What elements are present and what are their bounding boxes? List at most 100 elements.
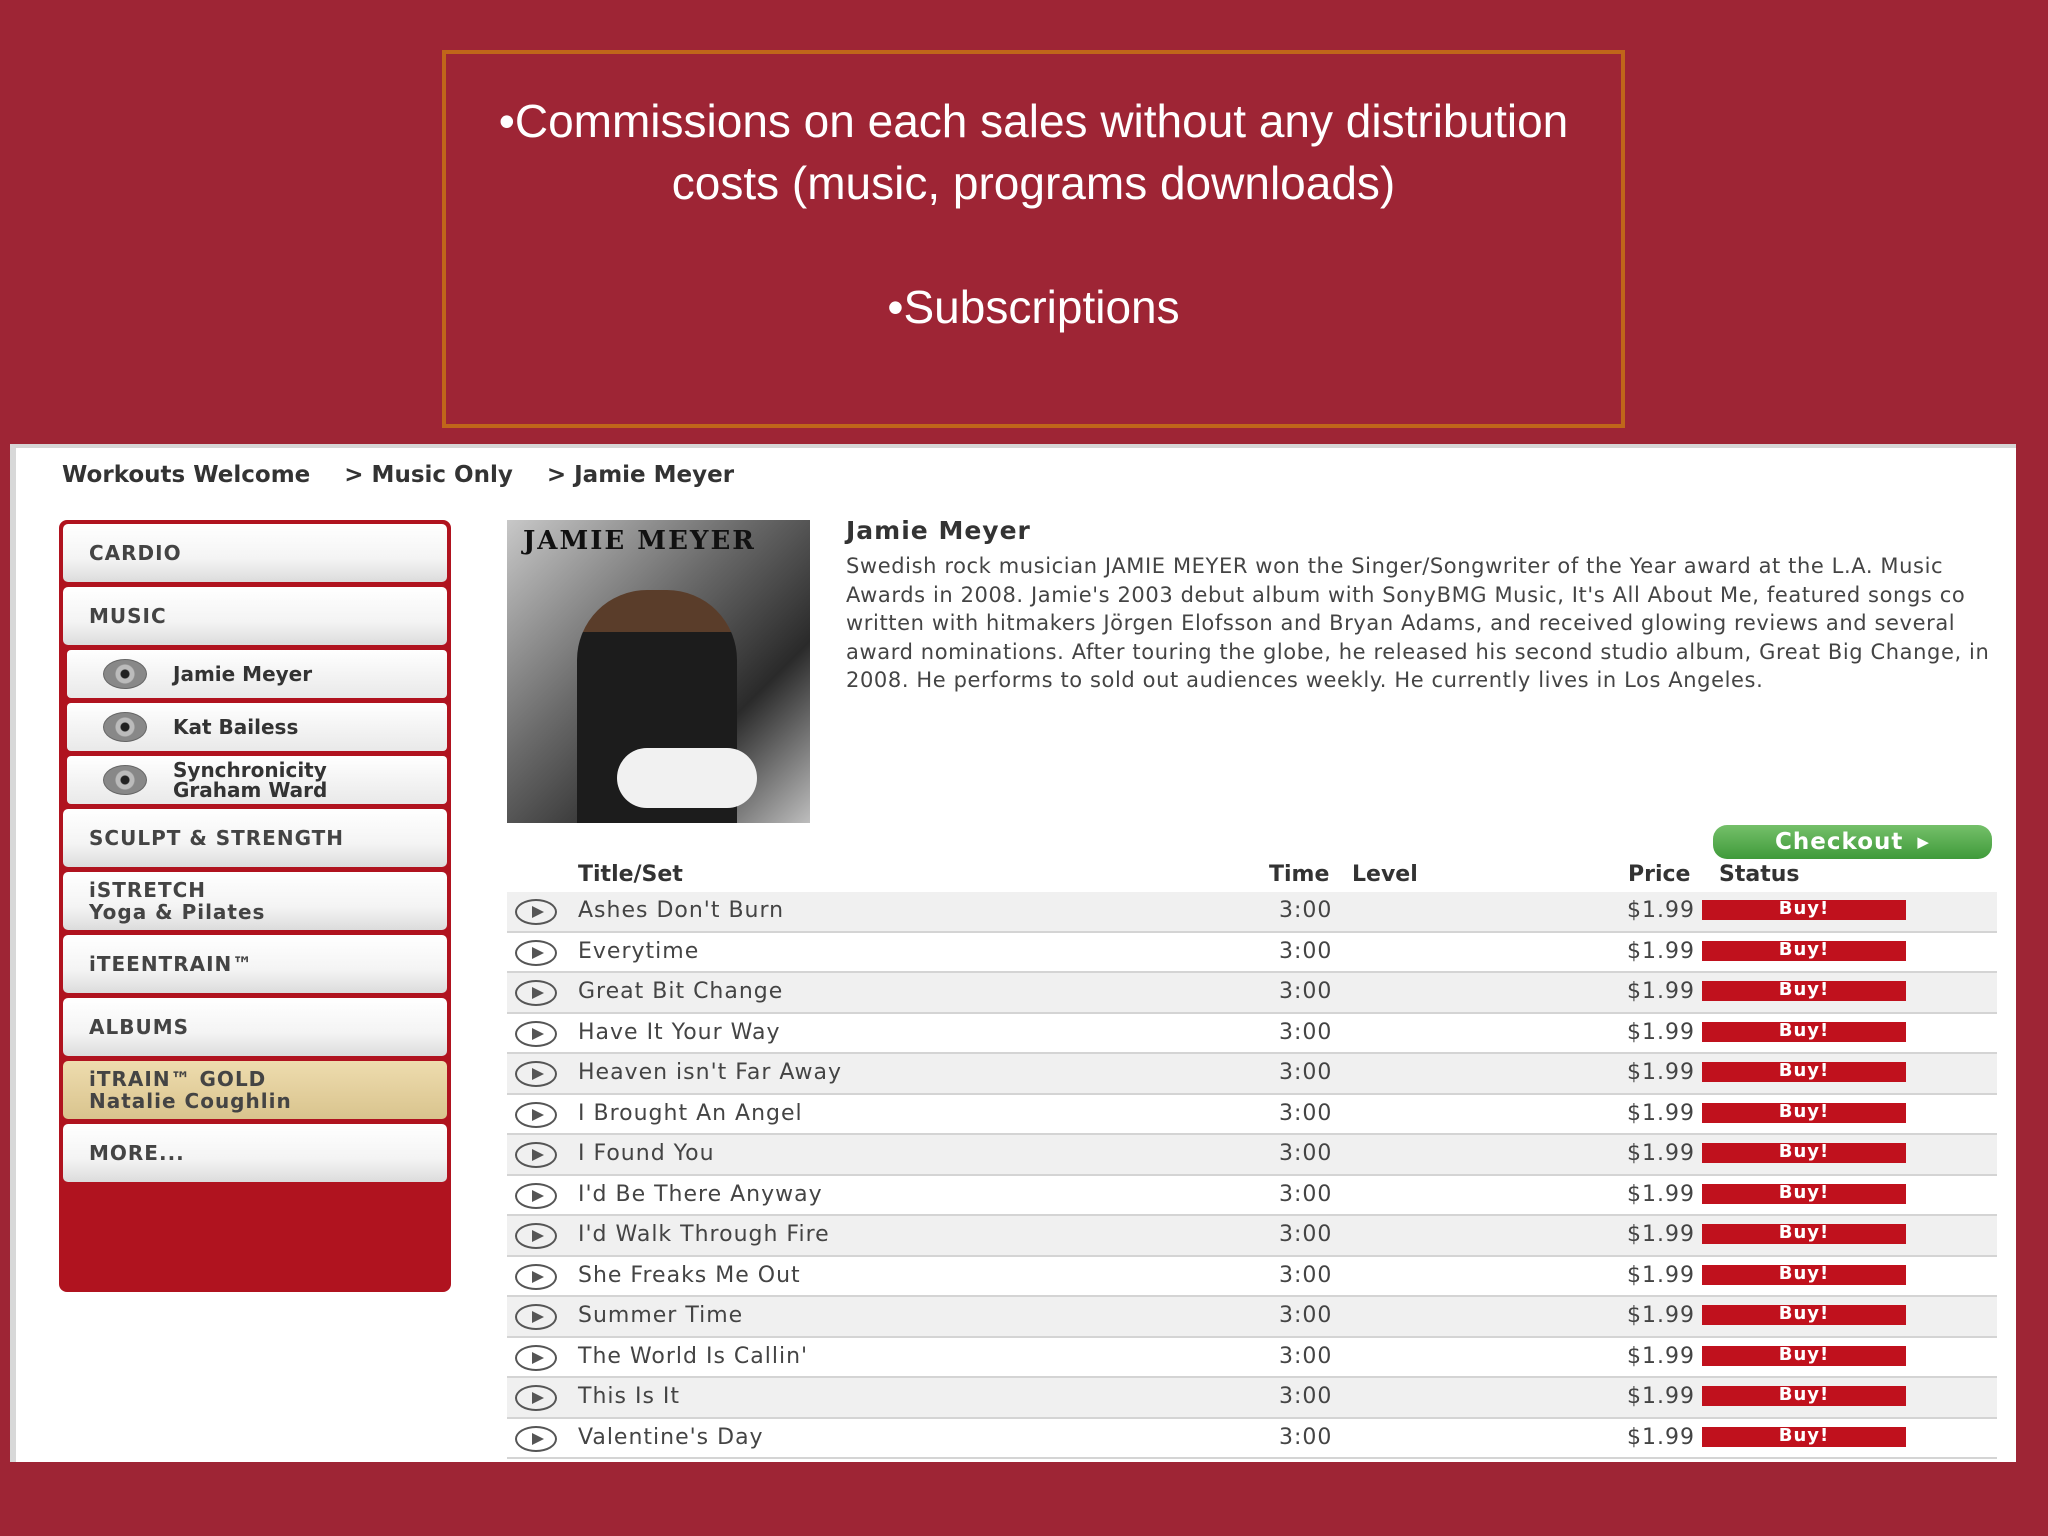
breadcrumb-music-only[interactable]: > Music Only bbox=[344, 462, 513, 488]
table-row: The World Is Callin' 3:00 $1.99 Buy! bbox=[507, 1338, 1997, 1378]
table-row: Heaven isn't Far Away 3:00 $1.99 Buy! bbox=[507, 1054, 1997, 1095]
track-time: 3:00 bbox=[1279, 1181, 1333, 1207]
buy-button[interactable]: Buy! bbox=[1702, 1102, 1906, 1123]
track-price: $1.99 bbox=[1627, 1262, 1695, 1288]
track-time: 3:00 bbox=[1279, 1424, 1333, 1450]
sidebar-subitem-label: Synchronicity Graham Ward bbox=[173, 760, 327, 800]
slide-callout-box: •Commissions on each sales without any d… bbox=[442, 50, 1625, 428]
play-icon[interactable] bbox=[515, 939, 557, 966]
album-cover-image: JAMIE MEYER bbox=[507, 520, 810, 823]
arrow-right-icon: ▶ bbox=[1917, 833, 1930, 851]
buy-button[interactable]: Buy! bbox=[1702, 1386, 1906, 1406]
play-icon[interactable] bbox=[515, 1182, 557, 1209]
sidebar-item-music[interactable]: MUSIC bbox=[63, 587, 447, 645]
sidebar-item-iteentrain[interactable]: iTEENTRAIN™ bbox=[63, 935, 447, 993]
table-row: Valentine's Day 3:00 $1.99 Buy! bbox=[507, 1419, 1997, 1459]
table-row: I'd Be There Anyway 3:00 $1.99 Buy! bbox=[507, 1176, 1997, 1216]
buy-button[interactable]: Buy! bbox=[1702, 1345, 1906, 1366]
track-time: 3:00 bbox=[1279, 979, 1333, 1004]
buy-button[interactable]: Buy! bbox=[1702, 1264, 1906, 1285]
sidebar-item-itrain-gold[interactable]: iTRAIN™ GOLD Natalie Coughlin bbox=[63, 1061, 447, 1119]
track-time: 3:00 bbox=[1279, 1060, 1333, 1085]
play-icon[interactable] bbox=[515, 1020, 557, 1047]
breadcrumb-workouts-welcome[interactable]: Workouts Welcome bbox=[62, 462, 310, 488]
track-price: $1.99 bbox=[1627, 898, 1695, 923]
track-title: This Is It bbox=[578, 1384, 681, 1409]
sidebar-subitem-label: Jamie Meyer bbox=[173, 662, 313, 686]
play-icon[interactable] bbox=[515, 1142, 557, 1168]
sidebar-item-label: MUSIC bbox=[89, 604, 167, 628]
track-price: $1.99 bbox=[1627, 1181, 1695, 1207]
breadcrumb-jamie-meyer[interactable]: > Jamie Meyer bbox=[547, 462, 734, 488]
checkout-button[interactable]: Checkout ▶ bbox=[1713, 825, 1992, 859]
track-time: 3:00 bbox=[1279, 1384, 1333, 1409]
category-sidebar: CARDIO MUSIC Jamie Meyer Kat Bailess Syn… bbox=[59, 520, 451, 1292]
track-price: $1.99 bbox=[1627, 1384, 1695, 1409]
track-time: 3:00 bbox=[1279, 1303, 1333, 1328]
sidebar-item-label-line1: iTRAIN™ GOLD bbox=[89, 1067, 267, 1091]
slide-bullet-commissions: •Commissions on each sales without any d… bbox=[498, 95, 1569, 209]
sidebar-item-label: iTEENTRAIN™ bbox=[89, 952, 254, 976]
table-row: Ashes Don't Burn 3:00 $1.99 Buy! bbox=[507, 892, 1997, 933]
sidebar-subitem-kat-bailess[interactable]: Kat Bailess bbox=[67, 703, 447, 751]
sidebar-item-label: SCULPT & STRENGTH bbox=[89, 826, 345, 850]
sidebar-item-label-line1: iSTRETCH bbox=[89, 878, 207, 902]
track-title: Valentine's Day bbox=[578, 1424, 764, 1450]
header-status: Status bbox=[1719, 862, 1800, 887]
buy-button[interactable]: Buy! bbox=[1702, 1183, 1906, 1204]
play-icon[interactable] bbox=[515, 1385, 557, 1411]
sidebar-item-more[interactable]: MORE... bbox=[63, 1124, 447, 1182]
track-title: The World Is Callin' bbox=[578, 1343, 809, 1369]
buy-button[interactable]: Buy! bbox=[1702, 900, 1906, 920]
play-icon[interactable] bbox=[515, 1061, 557, 1087]
play-icon[interactable] bbox=[515, 1263, 557, 1290]
sidebar-item-sculpt-strength[interactable]: SCULPT & STRENGTH bbox=[63, 809, 447, 867]
track-time: 3:00 bbox=[1279, 1262, 1333, 1288]
header-level: Level bbox=[1352, 862, 1418, 887]
buy-button[interactable]: Buy! bbox=[1702, 981, 1906, 1001]
buy-button[interactable]: Buy! bbox=[1702, 1426, 1906, 1447]
play-icon[interactable] bbox=[515, 1344, 557, 1371]
table-row: Great Bit Change 3:00 $1.99 Buy! bbox=[507, 973, 1997, 1014]
guitar-shape bbox=[617, 748, 757, 808]
track-price: $1.99 bbox=[1627, 1060, 1695, 1085]
sidebar-subitem-jamie-meyer[interactable]: Jamie Meyer bbox=[67, 650, 447, 698]
play-icon[interactable] bbox=[515, 1425, 557, 1452]
buy-button[interactable]: Buy! bbox=[1702, 1021, 1906, 1042]
sidebar-subitem-label-line1: Synchronicity bbox=[173, 758, 327, 782]
track-time: 3:00 bbox=[1279, 1019, 1333, 1045]
cd-icon bbox=[103, 712, 147, 742]
sidebar-item-albums[interactable]: ALBUMS bbox=[63, 998, 447, 1056]
artist-bio: Swedish rock musician JAMIE MEYER won th… bbox=[846, 554, 1990, 692]
buy-button[interactable]: Buy! bbox=[1702, 940, 1906, 961]
sidebar-item-istretch[interactable]: iSTRETCH Yoga & Pilates bbox=[63, 872, 447, 930]
checkout-label: Checkout bbox=[1775, 829, 1904, 855]
play-icon[interactable] bbox=[515, 1223, 557, 1249]
sidebar-item-label: CARDIO bbox=[89, 541, 182, 565]
table-row: I'd Walk Through Fire 3:00 $1.99 Buy! bbox=[507, 1216, 1997, 1257]
header-title: Title/Set bbox=[578, 862, 683, 887]
sidebar-item-cardio[interactable]: CARDIO bbox=[63, 524, 447, 582]
table-row: Summer Time 3:00 $1.99 Buy! bbox=[507, 1297, 1997, 1338]
sidebar-item-label-line2: Natalie Coughlin bbox=[89, 1089, 292, 1113]
track-price: $1.99 bbox=[1627, 1222, 1695, 1247]
track-title: Great Bit Change bbox=[578, 979, 784, 1004]
play-icon[interactable] bbox=[515, 1304, 557, 1330]
table-row: I Found You 3:00 $1.99 Buy! bbox=[507, 1135, 1997, 1176]
track-price: $1.99 bbox=[1627, 1100, 1695, 1126]
buy-button[interactable]: Buy! bbox=[1702, 1143, 1906, 1163]
track-time: 3:00 bbox=[1279, 1100, 1333, 1126]
track-table-body: Ashes Don't Burn 3:00 $1.99 Buy! Everytime 3:… bbox=[507, 892, 1997, 1459]
play-icon[interactable] bbox=[515, 980, 557, 1006]
breadcrumb: Workouts Welcome > Music Only > Jamie Me… bbox=[62, 462, 734, 488]
track-title: I Brought An Angel bbox=[578, 1100, 803, 1126]
play-icon[interactable] bbox=[515, 1101, 557, 1128]
sidebar-subitem-synchronicity[interactable]: Synchronicity Graham Ward bbox=[67, 756, 447, 804]
track-time: 3:00 bbox=[1279, 938, 1333, 964]
buy-button[interactable]: Buy! bbox=[1702, 1062, 1906, 1082]
buy-button[interactable]: Buy! bbox=[1702, 1305, 1906, 1325]
track-price: $1.99 bbox=[1627, 1019, 1695, 1045]
play-icon[interactable] bbox=[515, 899, 557, 925]
track-title: She Freaks Me Out bbox=[578, 1262, 801, 1288]
buy-button[interactable]: Buy! bbox=[1702, 1224, 1906, 1244]
